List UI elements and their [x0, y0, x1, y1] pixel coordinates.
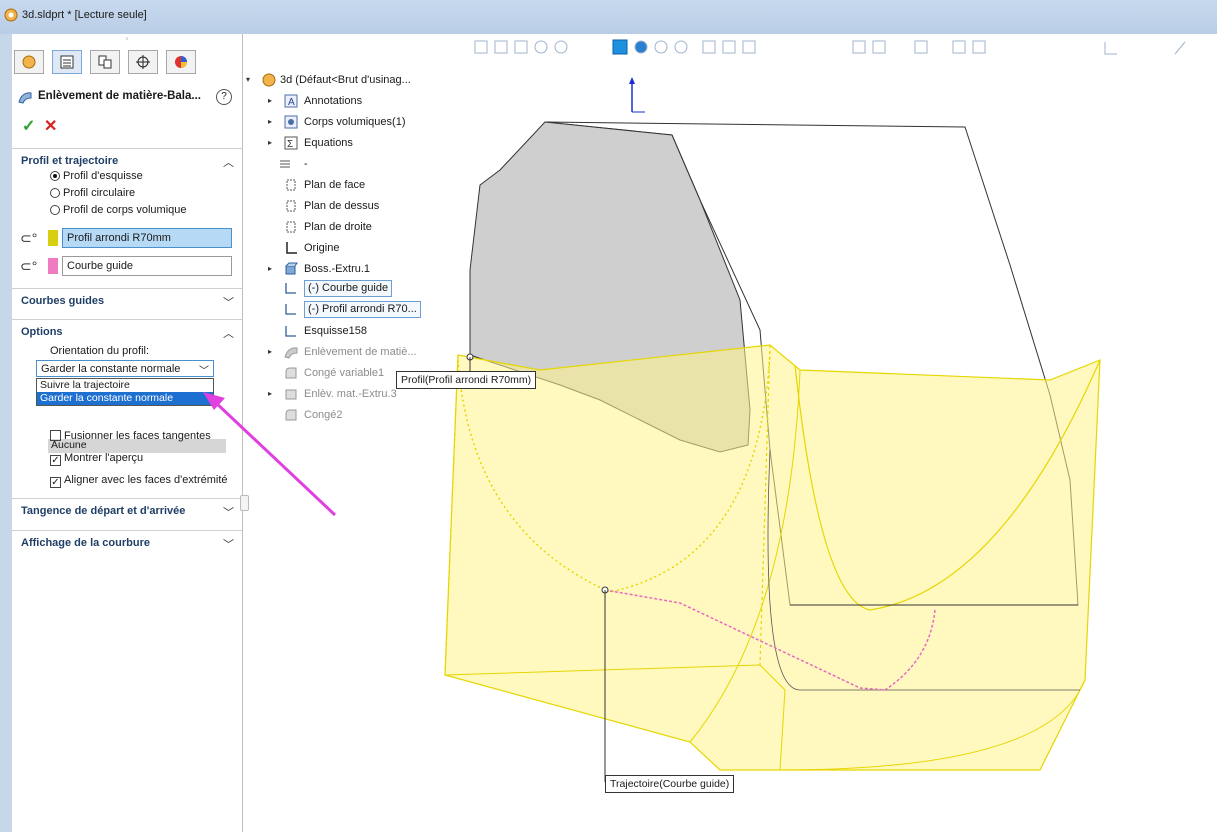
- tree-item-label: Boss.-Extru.1: [304, 263, 371, 275]
- expand-icon[interactable]: ▸: [268, 264, 272, 273]
- equations-icon: Σ: [284, 136, 298, 150]
- graphics-area[interactable]: [0, 0, 1217, 832]
- cut-icon: [284, 347, 298, 359]
- cut-extrude-icon: [285, 389, 297, 400]
- svg-text:Σ: Σ: [287, 139, 293, 150]
- tree-item-label: Corps volumiques(1): [304, 116, 406, 128]
- triad-icon: [629, 77, 645, 113]
- expand-icon[interactable]: ▸: [268, 347, 272, 356]
- tree-item-label: (-) Courbe guide: [304, 280, 393, 297]
- solid-bodies-icon: [284, 115, 298, 129]
- fillet-icon: [285, 367, 297, 379]
- fillet-icon: [285, 409, 297, 421]
- tree-item-label: Plan de face: [304, 179, 366, 191]
- tree-item-label: (-) Profil arrondi R70...: [304, 301, 421, 318]
- part-icon: [262, 73, 276, 87]
- expand-icon[interactable]: ▾: [246, 75, 250, 84]
- sweep-preview: [444, 344, 1101, 771]
- tree-root-label: 3d (Défaut<Brut d'usinag...: [280, 74, 411, 86]
- expand-icon[interactable]: ▸: [268, 117, 272, 126]
- tree-item-label: Origine: [304, 242, 340, 254]
- sketch-icon: [285, 283, 296, 294]
- extrude-icon: [285, 262, 298, 275]
- tree-item-label: Congé variable1: [304, 367, 385, 379]
- plane-icon: [286, 200, 296, 212]
- expand-icon[interactable]: ▸: [268, 138, 272, 147]
- origin-icon: [286, 242, 297, 254]
- svg-text:A: A: [288, 97, 295, 108]
- tree-item-label: Congé2: [304, 409, 343, 421]
- expand-icon[interactable]: ▸: [268, 389, 272, 398]
- path-callout: Trajectoire(Courbe guide): [605, 775, 735, 793]
- tree-item-label: Plan de dessus: [304, 200, 380, 212]
- profile-callout: Profil(Profil arrondi R70mm): [396, 371, 537, 389]
- tree-item-label: Enlèv. mat.-Extru.3: [304, 388, 397, 400]
- tree-item-label: Esquisse158: [304, 325, 367, 337]
- tree-item-label: Plan de droite: [304, 221, 372, 233]
- annotations-icon: A: [284, 94, 298, 108]
- tree-item-label: Enlèvement de matiè...: [304, 346, 417, 358]
- sketch-icon: [285, 326, 296, 337]
- tree-item-label: Equations: [304, 137, 353, 149]
- material-icon: [280, 160, 290, 168]
- plane-icon: [286, 221, 296, 233]
- expand-icon[interactable]: ▸: [268, 96, 272, 105]
- plane-icon: [286, 179, 296, 191]
- tree-item-label: -: [304, 158, 308, 170]
- sketch-icon: [285, 304, 296, 315]
- tree-item-label: Annotations: [304, 95, 363, 107]
